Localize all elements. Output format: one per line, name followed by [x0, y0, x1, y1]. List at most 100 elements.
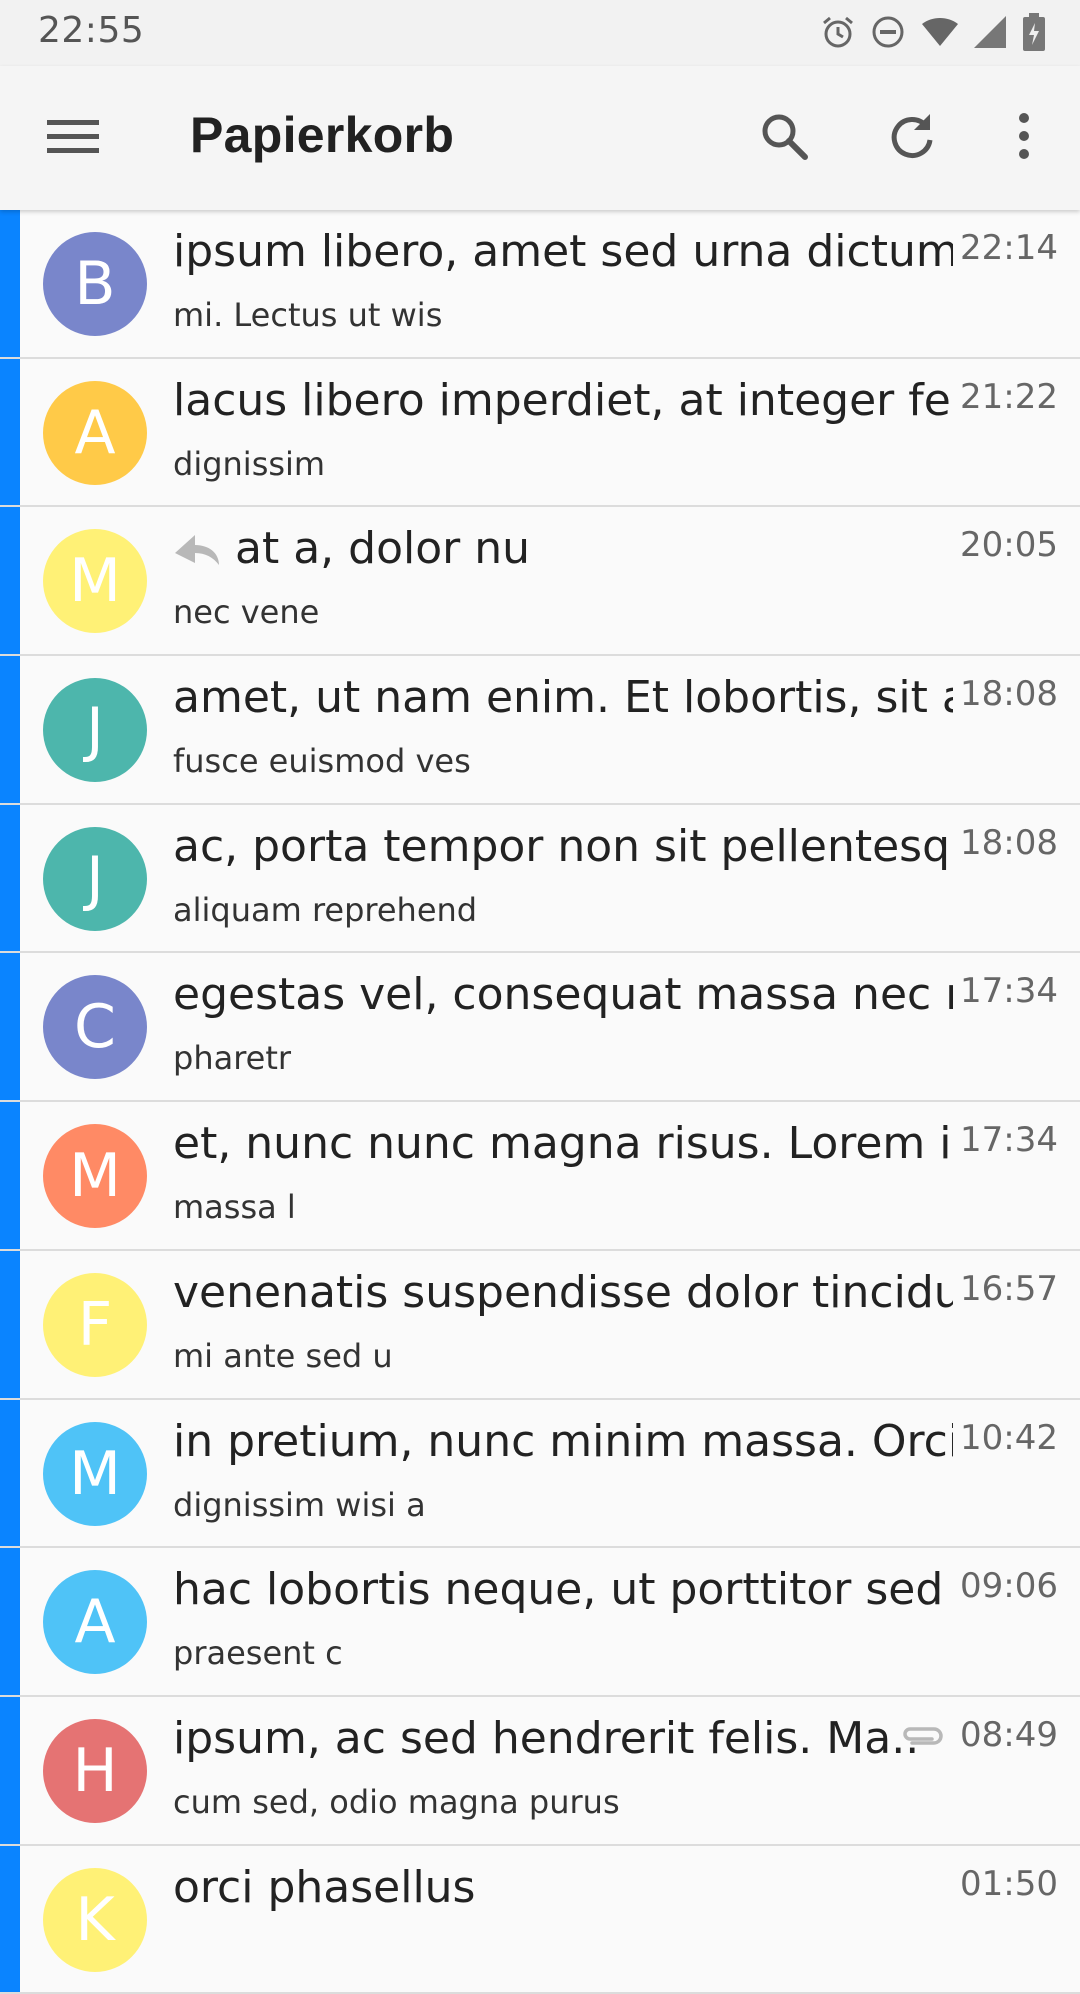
- search-icon: [758, 110, 810, 166]
- unread-indicator: [0, 1102, 20, 1249]
- avatar: M: [43, 529, 147, 634]
- message-preview: dignissim wisi a: [173, 1485, 426, 1524]
- message-subject: ipsum libero, amet sed urna dictum i..: [173, 226, 953, 277]
- message-time: 09:06: [960, 1566, 1058, 1607]
- message-subject: at a, dolor nu: [173, 523, 953, 574]
- message-preview: mi. Lectus ut wis: [173, 296, 443, 334]
- avatar: J: [43, 826, 147, 931]
- unread-indicator: [0, 358, 20, 506]
- message-subject: in pretium, nunc minim massa. Orci..: [173, 1416, 953, 1467]
- subject-text: egestas vel, consequat massa nec n..: [173, 969, 953, 1021]
- message-preview: cum sed, odio magna purus: [173, 1782, 620, 1821]
- unread-indicator: [0, 656, 20, 803]
- message-time: 01:50: [960, 1863, 1058, 1904]
- subject-text: venenatis suspendisse dolor tincidu..: [173, 1266, 953, 1318]
- message-time: 10:42: [960, 1417, 1058, 1458]
- avatar: M: [43, 1421, 147, 1526]
- unread-indicator: [0, 507, 20, 655]
- message-subject: hac lobortis neque, ut porttitor sed: [173, 1564, 953, 1615]
- alarm-icon: [820, 14, 856, 50]
- menu-icon: [47, 116, 99, 160]
- message-row[interactable]: A lacus libero imperdiet, at integer fer…: [0, 358, 1080, 508]
- message-preview: aliquam reprehend: [173, 890, 478, 929]
- status-time: 22:55: [38, 10, 145, 51]
- avatar: J: [43, 678, 147, 783]
- message-row[interactable]: A hac lobortis neque, ut porttitor sed p…: [0, 1548, 1080, 1697]
- message-row[interactable]: J ac, porta tempor non sit pellentesqu..…: [0, 804, 1080, 954]
- message-preview: mi ante sed u: [173, 1336, 393, 1375]
- subject-text: hac lobortis neque, ut porttitor sed: [173, 1564, 944, 1616]
- unread-indicator: [0, 804, 20, 952]
- unread-indicator: [0, 1250, 20, 1398]
- message-subject: egestas vel, consequat massa nec n..: [173, 969, 953, 1020]
- message-preview: dignissim: [173, 444, 326, 483]
- page-title: Papierkorb: [190, 107, 455, 163]
- message-time: 17:34: [960, 971, 1058, 1012]
- do-not-disturb-icon: [870, 14, 906, 50]
- search-button[interactable]: [744, 102, 824, 174]
- message-subject: amet, ut nam enim. Et lobortis, sit ad..: [173, 672, 953, 723]
- avatar: B: [43, 232, 147, 336]
- message-preview: pharetr: [173, 1039, 292, 1078]
- message-preview: fusce euismod ves: [173, 742, 471, 781]
- message-list: B ipsum libero, amet sed urna dictum i..…: [0, 210, 1080, 1994]
- unread-indicator: [0, 1399, 20, 1547]
- refresh-button[interactable]: [872, 102, 952, 174]
- message-subject: ac, porta tempor non sit pellentesqu..: [173, 821, 953, 872]
- message-subject: venenatis suspendisse dolor tincidu..: [173, 1267, 953, 1318]
- message-row[interactable]: J amet, ut nam enim. Et lobortis, sit ad…: [0, 656, 1080, 805]
- signal-icon: [974, 14, 1008, 50]
- more-vert-icon: [1016, 112, 1032, 164]
- message-time: 16:57: [960, 1268, 1058, 1309]
- message-time: 17:34: [960, 1120, 1058, 1161]
- subject-text: ipsum libero, amet sed urna dictum i..: [173, 226, 953, 277]
- status-bar: 22:55: [0, 0, 1080, 66]
- wifi-icon: [920, 14, 960, 50]
- refresh-icon: [886, 110, 938, 166]
- subject-text: ipsum, ac sed hendrerit felis. Ma..: [173, 1712, 920, 1764]
- subject-text: et, nunc nunc magna risus. Lorem ip..: [173, 1118, 953, 1170]
- unread-indicator: [0, 953, 20, 1101]
- subject-text: at a, dolor nu: [235, 523, 530, 575]
- message-row[interactable]: H ipsum, ac sed hendrerit felis. Ma.. cu…: [0, 1696, 1080, 1846]
- message-row[interactable]: M at a, dolor nu nec vene 20:05: [0, 507, 1080, 657]
- message-preview: praesent c: [173, 1634, 343, 1673]
- avatar: H: [43, 1718, 147, 1823]
- message-subject: orci phasellus: [173, 1862, 953, 1913]
- status-icons: [820, 12, 1046, 52]
- message-time: 21:22: [960, 376, 1058, 417]
- avatar: F: [43, 1272, 147, 1377]
- avatar: A: [43, 1570, 147, 1675]
- more-options-button[interactable]: [984, 102, 1064, 174]
- message-row[interactable]: F venenatis suspendisse dolor tincidu.. …: [0, 1250, 1080, 1400]
- unread-indicator: [0, 1696, 20, 1844]
- battery-charging-icon: [1022, 13, 1046, 51]
- unread-indicator: [0, 1548, 20, 1695]
- message-preview: massa l: [173, 1188, 296, 1227]
- subject-text: ac, porta tempor non sit pellentesqu..: [173, 820, 953, 872]
- message-preview: nec vene: [173, 593, 320, 632]
- subject-text: in pretium, nunc minim massa. Orci..: [173, 1415, 953, 1467]
- subject-text: amet, ut nam enim. Et lobortis, sit ad..: [173, 672, 953, 724]
- avatar: C: [43, 975, 147, 1080]
- message-subject: lacus libero imperdiet, at integer fer..: [173, 375, 953, 426]
- message-time: 18:08: [960, 674, 1058, 715]
- message-time: 08:49: [960, 1714, 1058, 1755]
- app-bar: Papierkorb: [0, 66, 1080, 210]
- unread-indicator: [0, 1845, 20, 1993]
- reply-icon: [173, 531, 221, 567]
- message-row[interactable]: C egestas vel, consequat massa nec n.. p…: [0, 953, 1080, 1103]
- avatar: M: [43, 1124, 147, 1229]
- subject-text: orci phasellus: [173, 1861, 476, 1913]
- message-subject: ipsum, ac sed hendrerit felis. Ma..: [173, 1713, 953, 1764]
- avatar: A: [43, 380, 147, 485]
- message-row[interactable]: M in pretium, nunc minim massa. Orci.. d…: [0, 1399, 1080, 1549]
- unread-indicator: [0, 210, 20, 357]
- attachment-icon: [900, 1723, 946, 1753]
- message-row[interactable]: M et, nunc nunc magna risus. Lorem ip.. …: [0, 1102, 1080, 1251]
- menu-button[interactable]: [30, 106, 116, 170]
- message-row[interactable]: B ipsum libero, amet sed urna dictum i..…: [0, 210, 1080, 359]
- message-time: 20:05: [960, 525, 1058, 566]
- message-time: 18:08: [960, 822, 1058, 863]
- message-time: 22:14: [960, 228, 1058, 268]
